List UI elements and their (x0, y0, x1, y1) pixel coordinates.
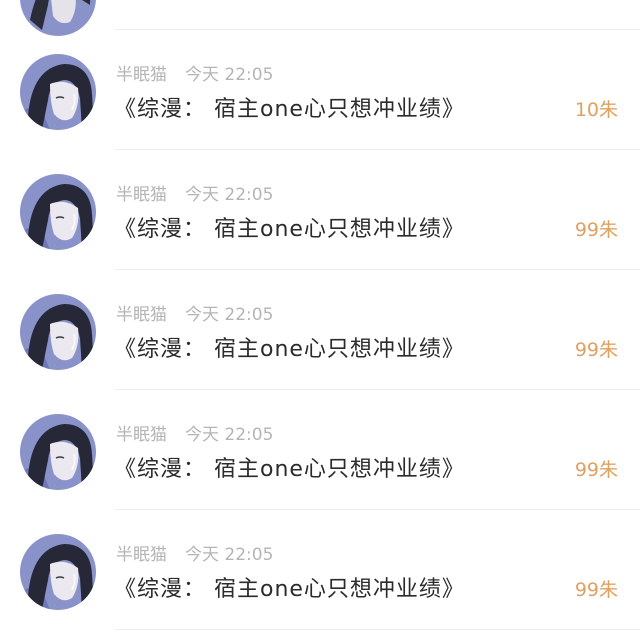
list-item[interactable]: 半眠猫 今天 22:05 《综漫： 宿主one心只想冲业绩》 99朱 (0, 390, 640, 510)
item-meta: 半眠猫 今天 22:05 (116, 180, 273, 210)
list-item-partial[interactable] (0, 0, 640, 36)
timestamp: 今天 22:05 (185, 185, 274, 205)
item-title[interactable]: 《综漫： 宿主one心只想冲业绩》 (114, 450, 465, 490)
timestamp: 今天 22:05 (185, 65, 274, 85)
timestamp: 今天 22:05 (185, 545, 274, 565)
item-meta: 半眠猫 今天 22:05 (116, 300, 273, 330)
user-name[interactable]: 半眠猫 (116, 425, 167, 445)
user-name[interactable]: 半眠猫 (116, 185, 167, 205)
user-name[interactable]: 半眠猫 (116, 65, 167, 85)
item-meta: 半眠猫 今天 22:05 (116, 540, 273, 570)
item-meta: 半眠猫 今天 22:05 (116, 420, 273, 450)
item-title[interactable]: 《综漫： 宿主one心只想冲业绩》 (114, 570, 465, 610)
list-item[interactable]: 半眠猫 今天 22:05 《综漫： 宿主one心只想冲业绩》 99朱 (0, 150, 640, 270)
gift-amount: 99朱 (574, 579, 618, 601)
item-title[interactable]: 《综漫： 宿主one心只想冲业绩》 (114, 330, 465, 370)
avatar-illustration-icon (20, 294, 96, 370)
avatar[interactable] (20, 294, 96, 370)
timestamp: 今天 22:05 (185, 425, 274, 445)
list-item[interactable]: 半眠猫 今天 22:05 《综漫： 宿主one心只想冲业绩》 99朱 (0, 510, 640, 630)
gift-amount: 99朱 (574, 339, 618, 361)
avatar[interactable] (20, 174, 96, 250)
list-item[interactable]: 半眠猫 今天 22:05 《综漫： 宿主one心只想冲业绩》 10朱 (0, 30, 640, 150)
avatar[interactable] (20, 414, 96, 490)
avatar[interactable] (20, 534, 96, 610)
list-item[interactable]: 半眠猫 今天 22:05 《综漫： 宿主one心只想冲业绩》 99朱 (0, 270, 640, 390)
timestamp: 今天 22:05 (185, 305, 274, 325)
user-name[interactable]: 半眠猫 (116, 305, 167, 325)
avatar-illustration-icon (20, 414, 96, 490)
avatar-illustration-icon (20, 174, 96, 250)
gift-amount: 99朱 (574, 219, 618, 241)
avatar-illustration-icon (20, 534, 96, 610)
avatar-illustration-icon (20, 54, 96, 130)
user-name[interactable]: 半眠猫 (116, 545, 167, 565)
gift-list-page: 半眠猫 今天 22:05 《综漫： 宿主one心只想冲业绩》 10朱 半眠猫 今天 … (0, 0, 640, 640)
avatar[interactable] (20, 54, 96, 130)
gift-amount: 10朱 (574, 99, 618, 121)
gift-amount: 99朱 (574, 459, 618, 481)
item-title[interactable]: 《综漫： 宿主one心只想冲业绩》 (114, 90, 465, 130)
divider (115, 629, 640, 630)
item-title[interactable]: 《综漫： 宿主one心只想冲业绩》 (114, 210, 465, 250)
item-meta: 半眠猫 今天 22:05 (116, 60, 273, 90)
